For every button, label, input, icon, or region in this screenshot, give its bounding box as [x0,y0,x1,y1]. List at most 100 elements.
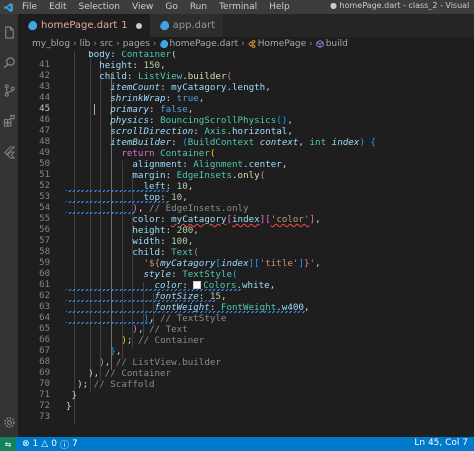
breadcrumb-item[interactable]: pages [123,39,150,49]
line-number: 72 [39,401,50,411]
menu-help[interactable]: Help [263,2,296,12]
line-number: 59 [39,258,50,268]
title-bar: File Edit Selection View Go Run Terminal… [0,0,474,14]
code-editor[interactable]: 41 42 43 44 45 46 47 48 49 50 51 52 53 5… [18,51,474,437]
code-line: } [66,390,78,401]
method-symbol-icon [316,40,324,48]
problems-summary[interactable]: ⊗ 1 △ 0 ⓘ 7 [22,438,78,451]
code-line: return Container( [121,148,216,159]
remote-indicator-icon[interactable]: ⇋ [0,437,16,451]
code-line: height: 200, [132,225,199,236]
code-line: shrinkWrap: true, [110,93,205,104]
problem-count-badge: 1 [121,20,128,31]
unsaved-dot-icon[interactable] [135,22,142,29]
code-line: child: Text( [132,247,199,258]
info-squiggle [66,300,216,302]
breadcrumb-item[interactable]: my_blog [32,39,70,49]
line-number: 52 [39,181,50,191]
line-number: 46 [39,115,50,125]
info-squiggle [66,311,306,313]
line-number: 63 [39,302,50,312]
gear-icon[interactable] [0,412,18,432]
menu-file[interactable]: File [16,2,43,12]
line-number: 58 [39,247,50,257]
dart-file-icon [159,40,168,48]
code-line: ), // ListView.builder [99,357,221,368]
flutter-icon[interactable] [0,142,18,162]
warning-icon: △ [41,439,49,449]
line-number: 49 [39,148,50,158]
dart-file-icon [28,21,37,30]
line-number: 64 [39,313,50,323]
tab-bar: homePage.dart 1 app.dart [18,14,474,37]
breadcrumb-item[interactable]: HomePage [258,39,306,49]
code-line: ), // Container [66,368,172,379]
chevron-right-icon: › [309,39,313,49]
line-number: 68 [39,357,50,367]
info-squiggle [66,322,152,324]
info-squiggle [66,212,136,214]
text-cursor [94,104,95,115]
chevron-right-icon: › [93,39,97,49]
line-number: 65 [39,324,50,334]
code-line: ); // Container [121,335,205,346]
info-count: 7 [71,439,78,449]
extensions-icon[interactable] [0,110,18,130]
line-number: 51 [39,170,50,180]
info-squiggle [66,190,170,192]
line-number: 42 [39,71,50,81]
status-bar: ⇋ ⊗ 1 △ 0 ⓘ 7 Ln 45, Col 7 [0,437,474,451]
code-line: itemCount: myCatagory.length, [110,82,271,93]
class-symbol-icon [247,40,256,48]
line-number: 57 [39,236,50,246]
search-icon[interactable] [0,52,18,72]
breadcrumb-item[interactable]: src [100,39,113,49]
line-number: 56 [39,225,50,235]
tab-label: app.dart [172,20,216,31]
code-line: itemBuilder: (BuildContext context, int … [110,137,376,148]
color-swatch[interactable] [193,281,202,289]
chevron-right-icon: › [73,39,77,49]
breadcrumb-item[interactable]: build [326,39,348,49]
line-number: 60 [39,269,50,279]
line-number: 55 [39,214,50,224]
line-number: 61 [39,280,50,290]
error-count: 1 [32,439,39,449]
code-line: ), // Text [132,324,188,335]
line-number: 47 [39,126,50,136]
breadcrumb-item[interactable]: homePage.dart [170,39,239,49]
menu-run[interactable]: Run [184,2,213,12]
line-number: 69 [39,368,50,378]
tab-homepage-dart[interactable]: homePage.dart 1 [18,14,150,37]
dart-file-icon [159,21,169,30]
code-line: margin: EdgeInsets.only( [132,170,266,181]
menu-terminal[interactable]: Terminal [213,2,263,12]
tab-app-dart[interactable]: app.dart [149,14,224,37]
menu-edit[interactable]: Edit [43,2,72,12]
line-number: 43 [39,82,50,92]
code-line: width: 100, [132,236,194,247]
line-number-current: 45 [39,104,50,114]
code-line: } [66,401,72,412]
breadcrumb-item[interactable]: lib [80,39,91,49]
menu-selection[interactable]: Selection [73,2,126,12]
code-line: scrollDirection: Axis.horizontal, [110,126,293,137]
menu-go[interactable]: Go [159,2,183,12]
line-number: 73 [39,412,50,422]
menu-view[interactable]: View [126,2,159,12]
line-number: 66 [39,335,50,345]
files-icon[interactable] [0,22,18,42]
line-number: 48 [39,137,50,147]
line-number: 54 [39,203,50,213]
info-squiggle [66,289,242,291]
window-title: ● homePage.dart - class_2 - Visual Studi… [330,1,470,10]
line-number: 41 [39,60,50,70]
line-number: 44 [39,93,50,103]
chevron-right-icon: › [241,39,245,49]
code-line: body: Container( [88,51,177,60]
line-number: 67 [39,346,50,356]
info-icon: ⓘ [59,440,69,451]
cursor-position[interactable]: Ln 45, Col 7 [414,438,468,448]
code-line: color: myCatagory[index]['color'], [132,214,321,225]
source-control-icon[interactable] [0,80,18,100]
